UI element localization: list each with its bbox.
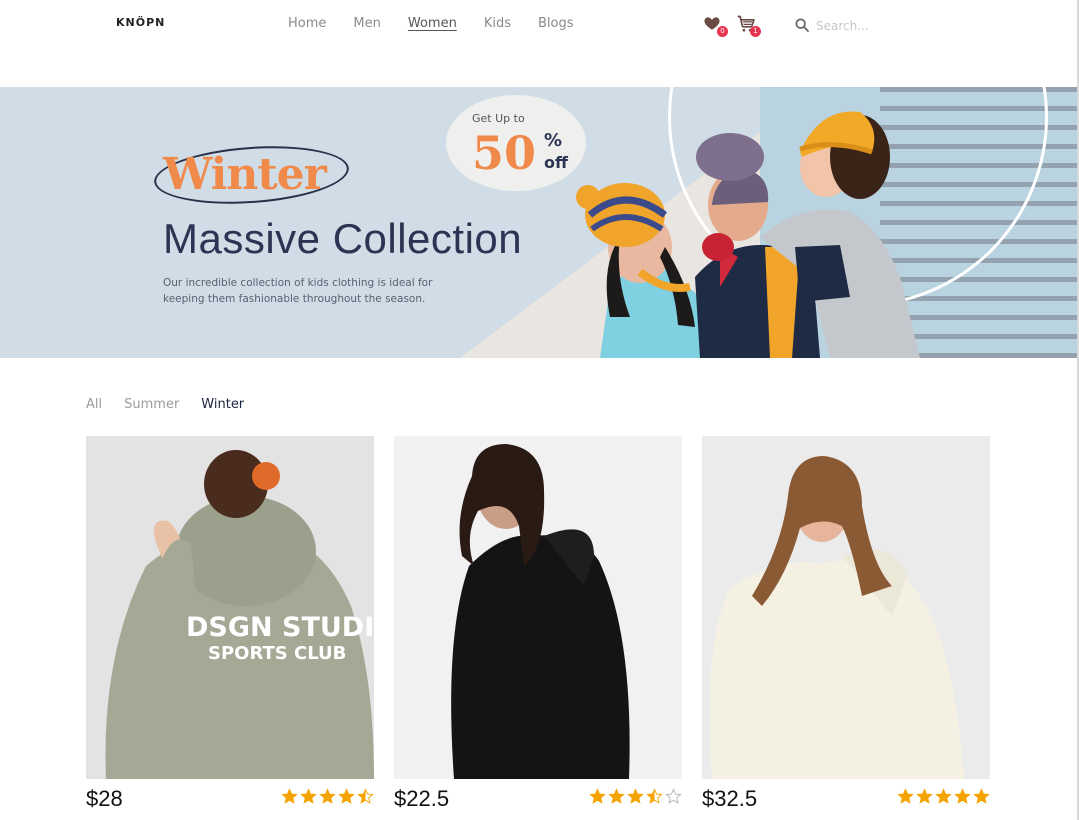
- nav-women[interactable]: Women: [408, 16, 457, 31]
- search-box: [794, 15, 914, 37]
- star-icon: [916, 788, 933, 804]
- search-icon: [795, 18, 809, 32]
- banner-family-photo: [576, 111, 920, 358]
- star-icon: [665, 788, 682, 804]
- nav-kids[interactable]: Kids: [484, 16, 511, 31]
- promo-value: 50: [472, 126, 537, 180]
- nav-men[interactable]: Men: [353, 16, 380, 31]
- promo-percent: %: [544, 130, 563, 151]
- star-icon: [319, 788, 336, 804]
- promo-prefix: Get Up to: [472, 112, 525, 125]
- product-card[interactable]: $32.5: [702, 436, 990, 820]
- product-image[interactable]: [394, 436, 682, 779]
- product-image[interactable]: [702, 436, 990, 779]
- cart-count-badge: 1: [750, 26, 761, 37]
- banner-headline-winter: Winter: [163, 149, 327, 200]
- product-rating: [589, 788, 682, 805]
- product-card[interactable]: $22.5: [394, 436, 682, 820]
- discount-badge: Get Up to 50 % off: [446, 95, 586, 191]
- product-card[interactable]: DSGN STUDIO. SPORTS CLUB $28: [86, 436, 374, 820]
- wishlist-count-badge: 0: [717, 26, 728, 37]
- filter-tab-summer[interactable]: Summer: [124, 397, 179, 412]
- star-icon: [646, 788, 663, 804]
- nav-home[interactable]: Home: [288, 16, 326, 31]
- nav-blogs[interactable]: Blogs: [538, 16, 574, 31]
- star-icon: [300, 788, 317, 804]
- banner-description: Our incredible collection of kids clothi…: [163, 277, 433, 305]
- hoodie-print-subtext: SPORTS CLUB: [208, 643, 346, 664]
- star-icon: [935, 788, 952, 804]
- star-icon: [608, 788, 625, 804]
- star-icon: [357, 788, 374, 804]
- search-input[interactable]: [816, 15, 912, 37]
- wishlist-button[interactable]: 0: [703, 14, 728, 37]
- star-icon: [589, 788, 606, 804]
- filter-tab-all[interactable]: All: [86, 397, 102, 412]
- star-icon: [897, 788, 914, 804]
- banner-headline-collection: Massive Collection: [163, 215, 523, 262]
- product-price: $22.5: [394, 786, 450, 811]
- star-icon: [281, 788, 298, 804]
- star-icon: [627, 788, 644, 804]
- category-filter-tabs: All Summer Winter: [86, 397, 266, 412]
- hero-banner[interactable]: Winter Massive Collection Our incredible…: [0, 87, 1077, 358]
- hoodie-print-text: DSGN STUDIO.: [186, 612, 374, 643]
- filter-tab-winter[interactable]: Winter: [201, 397, 244, 412]
- star-icon: [973, 788, 990, 804]
- product-image[interactable]: DSGN STUDIO. SPORTS CLUB: [86, 436, 374, 779]
- brand-logo[interactable]: KNÖPN: [116, 16, 165, 29]
- product-price: $28: [86, 786, 123, 811]
- star-icon: [954, 788, 971, 804]
- cart-button[interactable]: 1: [736, 14, 761, 37]
- product-rating: [281, 788, 374, 805]
- product-price: $32.5: [702, 786, 758, 811]
- product-rating: [897, 788, 990, 805]
- star-icon: [338, 788, 355, 804]
- main-nav: Home Men Women Kids Blogs: [288, 16, 601, 31]
- site-header: KNÖPN Home Men Women Kids Blogs 0 1: [0, 0, 1077, 50]
- promo-suffix: off: [544, 153, 568, 172]
